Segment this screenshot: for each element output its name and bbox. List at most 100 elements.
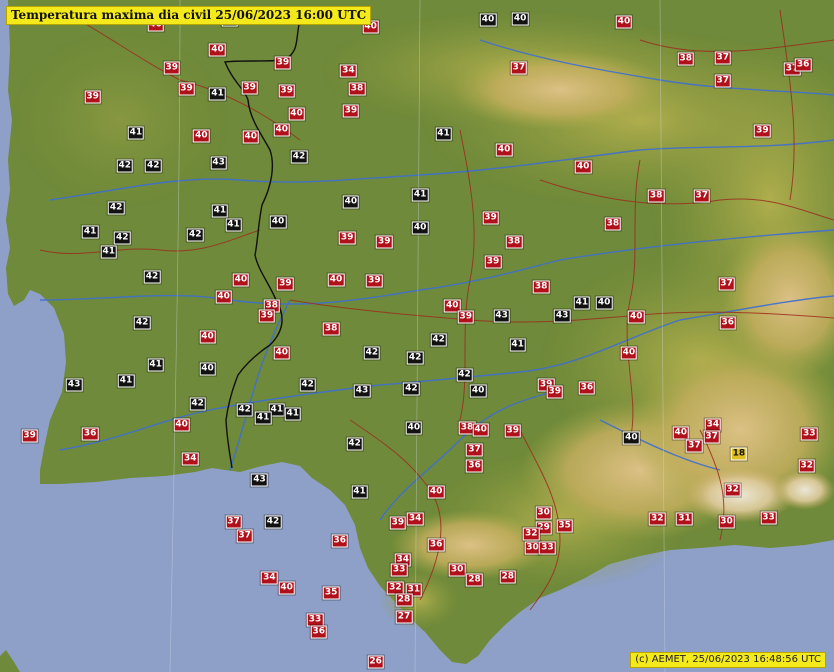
temperature-label: 39: [546, 385, 564, 399]
temperature-label: 43: [65, 378, 83, 392]
temperature-label: 40: [479, 13, 497, 27]
temperature-label: 37: [718, 277, 735, 291]
temperature-label: 40: [199, 362, 216, 376]
temperature-label: 40: [405, 421, 423, 435]
temperature-label: 39: [482, 211, 499, 225]
temperature-label: 40: [215, 290, 232, 304]
temperature-label: 39: [754, 124, 771, 138]
temperature-label: 41: [100, 245, 117, 259]
relief-map: [0, 0, 834, 672]
temperature-label: 43: [553, 309, 571, 323]
temperature-label: 42: [114, 231, 131, 245]
temperature-label: 41: [127, 126, 145, 140]
temperature-label: 32: [523, 527, 540, 541]
temperature-label: 32: [724, 483, 741, 497]
temperature-label: 30: [448, 563, 466, 577]
temperature-label: 37: [686, 439, 703, 453]
temperature-label: 36: [578, 381, 596, 395]
temperature-label: 42: [456, 368, 473, 382]
temperature-label: 39: [342, 104, 360, 118]
temperature-label: 35: [322, 586, 340, 600]
temperature-label: 39: [178, 82, 195, 96]
temperature-label: 40: [411, 221, 429, 235]
temperature-label: 36: [719, 316, 736, 330]
temperature-label: 26: [367, 655, 384, 669]
temperature-label: 33: [390, 563, 408, 577]
temperature-label: 37: [693, 189, 711, 203]
temperature-label: 42: [406, 351, 424, 365]
temperature-label: 41: [284, 407, 302, 421]
temperature-label: 40: [342, 195, 360, 209]
temperature-label: 39: [375, 235, 393, 249]
temperature-label: 41: [509, 338, 526, 352]
temperature-label: 42: [299, 378, 316, 392]
temperature-label: 43: [353, 384, 371, 398]
temperature-label: 40: [469, 384, 487, 398]
temperature-label: 39: [21, 429, 38, 442]
temperature-label: 18: [730, 447, 748, 461]
temperature-label: 39: [84, 90, 101, 104]
temperature-label: 40: [427, 485, 445, 499]
temperature-label: 40: [511, 12, 529, 26]
temperature-label: 40: [193, 129, 210, 143]
temperature-label: 33: [539, 541, 556, 555]
temperature-label: 39: [277, 277, 294, 291]
temperature-label: 40: [242, 130, 260, 144]
temperature-label: 41: [435, 127, 452, 141]
temperature-label: 37: [703, 430, 720, 444]
temperature-label: 28: [395, 593, 413, 607]
temperature-label: 38: [532, 280, 550, 294]
temperature-label: 32: [798, 459, 816, 473]
temperature-label: 34: [340, 64, 357, 78]
temperature-label: 40: [278, 581, 295, 595]
temperature-label: 38: [348, 82, 366, 96]
temperature-label: 40: [672, 426, 690, 440]
temperature-label: 36: [794, 58, 812, 72]
temperature-label: 40: [623, 431, 640, 445]
temperature-label: 31: [676, 512, 693, 526]
temperature-label: 41: [573, 296, 591, 310]
temperature-label: 39: [163, 61, 180, 75]
temperature-label: 30: [718, 515, 735, 529]
temperature-label: 32: [649, 512, 666, 526]
temperature-label: 42: [186, 228, 204, 242]
temperature-label: 36: [466, 459, 483, 473]
temperature-label: 40: [615, 15, 633, 29]
temperature-label: 41: [209, 87, 226, 101]
temperature-label: 42: [236, 403, 253, 417]
temperature-label: 42: [107, 201, 125, 215]
temperature-label: 41: [351, 485, 368, 499]
temperature-label: 40: [574, 160, 592, 174]
temperature-label: 38: [677, 52, 694, 66]
temperature-label: 42: [346, 437, 363, 451]
temperature-label: 40: [232, 273, 250, 287]
temperature-label: 40: [173, 418, 190, 432]
temperature-label: 34: [406, 512, 424, 526]
temperature-label: 39: [389, 516, 407, 530]
temperature-label: 43: [251, 473, 268, 487]
temperature-label: 42: [264, 515, 282, 529]
temperature-label: 36: [427, 538, 445, 552]
temperature-label: 41: [254, 411, 272, 425]
temperature-label: 41: [147, 358, 164, 372]
temperature-label: 40: [495, 143, 513, 157]
temperature-label: 40: [209, 43, 226, 57]
temperature-label: 42: [403, 382, 420, 396]
temperature-label: 40: [269, 215, 287, 229]
temperature-label: 39: [278, 84, 295, 98]
temperature-label: 38: [322, 322, 340, 336]
temperature-label: 38: [604, 217, 622, 231]
temperature-label: 40: [288, 107, 305, 121]
temperature-label: 39: [484, 255, 502, 269]
temperature-label: 42: [430, 333, 447, 347]
temperature-label: 33: [801, 427, 818, 441]
copyright-footer: (c) AEMET, 25/06/2023 16:48:56 UTC: [630, 652, 826, 668]
temperature-label: 35: [556, 519, 573, 533]
temperature-label: 42: [144, 159, 162, 173]
temperature-label: 40: [628, 310, 645, 324]
temperature-label: 40: [273, 123, 290, 137]
temperature-label: 41: [225, 218, 242, 232]
temperature-label: 41: [117, 374, 135, 388]
temperature-label: 42: [133, 316, 151, 330]
temperature-label: 37: [510, 61, 528, 75]
